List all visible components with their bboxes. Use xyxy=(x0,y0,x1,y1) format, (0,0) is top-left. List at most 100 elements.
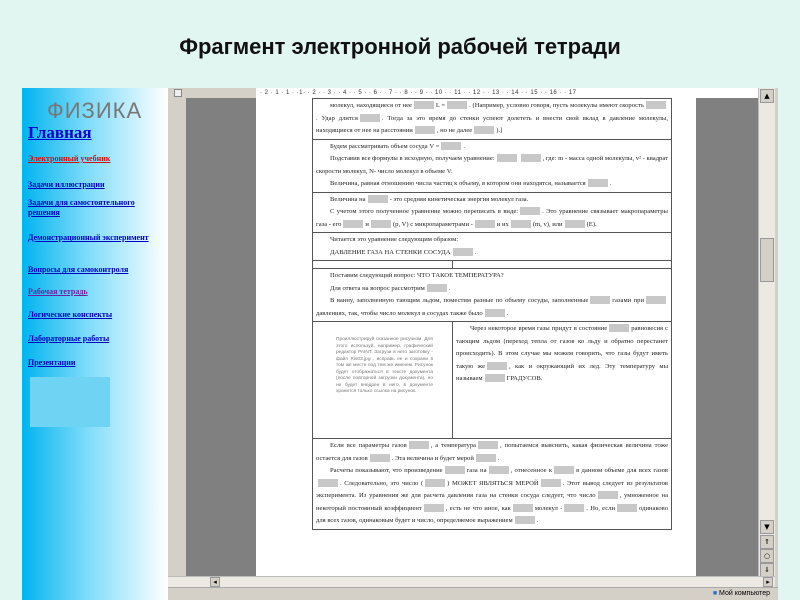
prev-page-button[interactable]: ⇑ xyxy=(760,535,774,549)
nav-item[interactable]: Рабочая тетрадь xyxy=(28,287,163,297)
answer-blank[interactable] xyxy=(474,126,495,135)
answer-blank[interactable] xyxy=(597,491,618,500)
answer-blank[interactable] xyxy=(370,219,391,228)
text: . xyxy=(463,142,466,150)
answer-blank[interactable] xyxy=(318,478,338,487)
answer-blank[interactable] xyxy=(484,374,505,383)
image-placeholder-cell[interactable]: Проиллюстрируй сказанное рисунком. Для э… xyxy=(312,321,453,439)
answer-blank[interactable] xyxy=(554,466,575,475)
answer-blank[interactable] xyxy=(487,361,507,370)
nav-item[interactable]: Презентации xyxy=(28,358,163,368)
answer-blank[interactable] xyxy=(474,219,495,228)
answer-blank[interactable] xyxy=(587,179,608,188)
text: . xyxy=(474,248,477,256)
nav-item[interactable]: Вопросы для самоконтроля xyxy=(28,265,163,275)
text: . xyxy=(448,284,451,292)
answer-blank[interactable] xyxy=(496,154,517,163)
nav-item[interactable]: Задачи иллюстрации xyxy=(28,180,163,190)
answer-blank[interactable] xyxy=(617,503,638,512)
text: , но не далее xyxy=(436,127,473,134)
answer-blank[interactable] xyxy=(520,154,541,163)
paragraph: ДАВЛЕНИЕ ГАЗА НА СТЕНКИ СОСУДА. xyxy=(316,247,668,260)
answer-blank[interactable] xyxy=(426,283,447,292)
browse-object-button[interactable]: ○ xyxy=(760,549,774,563)
text: L = xyxy=(435,102,446,109)
answer-blank[interactable] xyxy=(609,324,630,333)
answer-blank[interactable] xyxy=(447,101,468,110)
answer-blank[interactable] xyxy=(564,503,585,512)
answer-blank[interactable] xyxy=(484,308,505,317)
answer-blank[interactable] xyxy=(488,466,509,475)
text: . xyxy=(506,309,509,317)
vertical-scrollbar[interactable]: ▲ ▼ ⇑ ○ ⇓ xyxy=(758,88,775,578)
answer-blank[interactable] xyxy=(452,247,473,256)
answer-blank[interactable] xyxy=(343,219,364,228)
nav-item[interactable]: Лабораторные работы xyxy=(28,334,163,344)
computer-icon: ■ xyxy=(712,590,718,597)
document-page[interactable]: молекул, находящиеся от нее L = . (Наприме… xyxy=(256,98,696,578)
blank-cell xyxy=(452,260,672,269)
answer-blank[interactable] xyxy=(477,441,498,450)
answer-blank[interactable] xyxy=(367,194,388,203)
answer-blank[interactable] xyxy=(514,516,535,525)
text: (m, v), или xyxy=(532,220,563,228)
answer-blank[interactable] xyxy=(414,126,435,135)
answer-blank[interactable] xyxy=(408,441,429,450)
scroll-left-button[interactable]: ◂ xyxy=(210,577,220,587)
answer-blank[interactable] xyxy=(564,219,585,228)
horizontal-scrollbar[interactable]: ◂ ▸ xyxy=(168,576,775,587)
answer-blank[interactable] xyxy=(475,453,496,462)
answer-blank[interactable] xyxy=(441,141,462,150)
text: ДАВЛЕНИЕ ГАЗА НА СТЕНКИ СОСУДА xyxy=(330,248,451,256)
text: . Но, если xyxy=(586,504,616,512)
table-row: Проиллюстрируй сказанное рисунком. Для э… xyxy=(312,321,672,439)
nav-item[interactable]: Логические конспекты xyxy=(28,310,163,320)
scroll-thumb[interactable] xyxy=(760,238,774,282)
answer-blank[interactable] xyxy=(590,296,611,305)
text: Величина на xyxy=(330,195,366,203)
nav-item[interactable]: Задачи для самостоятельного решения xyxy=(28,198,163,218)
text: ).] xyxy=(496,127,503,134)
screenshot-frame: ФИЗИКА Главная Электронный учебник Задачи… xyxy=(22,88,778,600)
answer-blank[interactable] xyxy=(369,453,390,462)
answer-blank[interactable] xyxy=(359,113,380,122)
paragraph: Будем рассматривать объем сосуда V =. xyxy=(316,141,668,154)
answer-blank[interactable] xyxy=(413,101,434,110)
text: . (Например, условно говоря, пусть молек… xyxy=(469,102,644,109)
scroll-up-button[interactable]: ▲ xyxy=(760,89,774,103)
answer-blank[interactable] xyxy=(510,219,531,228)
logo: ФИЗИКА xyxy=(47,98,143,123)
paragraph: Величина, равная отношению числа частиц … xyxy=(316,178,668,191)
text: . xyxy=(609,180,612,187)
answer-blank[interactable] xyxy=(425,478,446,487)
answer-blank[interactable] xyxy=(512,503,533,512)
text: . xyxy=(536,517,539,524)
table-cell: Читается это уравнение следующим образом… xyxy=(312,232,672,261)
scroll-right-button[interactable]: ▸ xyxy=(763,577,773,587)
tab-stop-selector[interactable] xyxy=(174,89,182,97)
nav-home[interactable]: Главная xyxy=(28,123,92,143)
nav-item[interactable]: Демонстрационный эксперимент xyxy=(28,233,163,243)
text: , а температура xyxy=(430,442,476,449)
answer-blank[interactable] xyxy=(646,101,666,110)
answer-blank[interactable] xyxy=(423,503,444,512)
table-row: Если все параметры газов , а температура,… xyxy=(312,438,672,530)
text: давлениях, так, чтобы число молекул в со… xyxy=(316,309,483,317)
word-window: · 2 · 1 · 1 · ·1· · 2 · · 3 · · 4 · · 5 … xyxy=(168,88,778,600)
answer-blank[interactable] xyxy=(646,296,666,305)
next-page-button[interactable]: ⇓ xyxy=(760,563,774,577)
table-cell: Будем рассматривать объем сосуда V =. Под… xyxy=(312,138,672,193)
answer-blank[interactable] xyxy=(444,466,465,475)
table-cell: Величина на - это средняя кинетическая эн… xyxy=(312,191,672,233)
paragraph: молекул, находящиеся от нее L = . (Наприме… xyxy=(316,100,668,138)
paragraph: Подставив все формулы в исходную, получа… xyxy=(316,153,668,178)
ruler[interactable]: · 2 · 1 · 1 · ·1· · 2 · · 3 · · 4 · · 5 … xyxy=(256,88,758,98)
status-bar: ■ Мой компьютер xyxy=(168,587,778,600)
answer-blank[interactable] xyxy=(520,207,541,216)
slide-title: Фрагмент электронной рабочей тетради xyxy=(179,34,621,59)
table-row: Читается это уравнение следующим образом… xyxy=(312,232,672,261)
text: Расчеты показывают, что произведение xyxy=(330,467,443,474)
scroll-down-button[interactable]: ▼ xyxy=(760,520,774,534)
nav-item[interactable]: Электронный учебник xyxy=(28,154,163,164)
answer-blank[interactable] xyxy=(540,478,561,487)
